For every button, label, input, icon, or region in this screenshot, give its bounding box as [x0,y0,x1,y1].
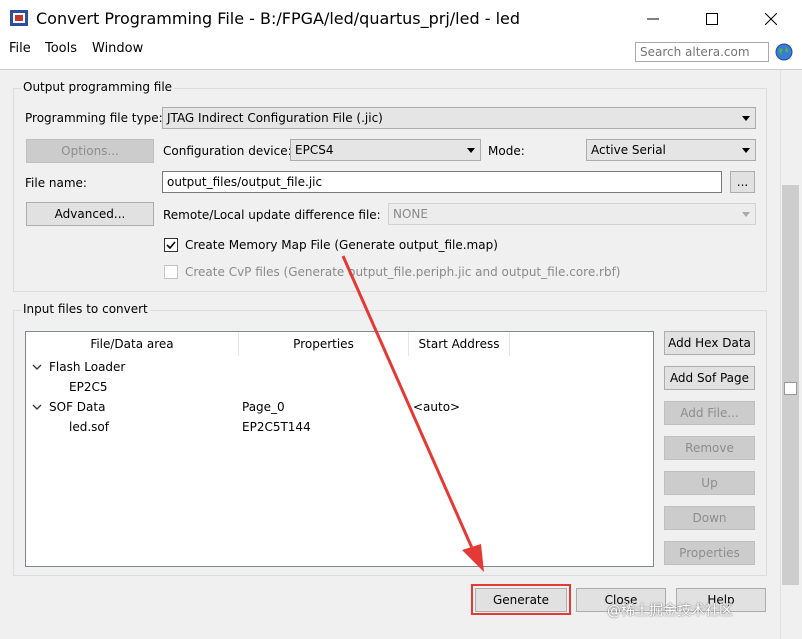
annotation-highlight-box [471,584,571,615]
tree-item-sof-data[interactable]: SOF Data [49,400,105,414]
file-type-value: JTAG Indirect Configuration File (.jic) [167,111,383,125]
menu-window[interactable]: Window [92,41,143,56]
config-device-label: Configuration device: [163,144,292,158]
globe-icon[interactable] [775,43,793,61]
add-file-button[interactable]: Add File... [664,401,755,425]
config-device-value: EPCS4 [295,143,334,157]
menu-file[interactable]: File [9,41,31,56]
tree-item-ep2c5[interactable]: EP2C5 [69,380,107,394]
cvp-checkbox[interactable] [164,265,178,279]
config-device-select[interactable]: EPCS4 [290,139,481,161]
menu-tools[interactable]: Tools [45,41,77,56]
down-button[interactable]: Down [664,506,755,530]
close-window-button[interactable] [748,0,794,38]
tree-item-flash-loader[interactable]: Flash Loader [49,360,125,374]
chevron-down-icon [467,148,475,153]
sof-data-start-address: <auto> [413,400,461,414]
mode-value: Active Serial [591,143,666,157]
remote-file-select[interactable]: NONE [388,203,756,225]
advanced-button[interactable]: Advanced... [26,202,154,226]
cvp-label: Create CvP files (Generate output_file.p… [185,265,621,279]
scrollbar-marker [784,382,797,395]
chevron-down-icon [742,116,750,121]
chevron-down-icon[interactable] [32,362,42,372]
file-type-select[interactable]: JTAG Indirect Configuration File (.jic) [162,107,756,129]
input-files-tree[interactable]: File/Data area Properties Start Address … [25,331,654,567]
column-header-file[interactable]: File/Data area [26,332,239,356]
remote-file-value: NONE [393,207,428,221]
file-name-label: File name: [25,176,87,190]
file-type-label: Programming file type: [25,111,163,125]
chevron-down-icon[interactable] [32,402,42,412]
sof-data-properties: Page_0 [242,400,285,414]
minimize-icon [647,18,659,20]
tree-item-led-sof[interactable]: led.sof [69,420,109,434]
add-sof-page-button[interactable]: Add Sof Page [664,366,755,390]
memory-map-checkbox[interactable] [164,238,178,252]
search-input[interactable] [635,42,769,62]
led-sof-properties: EP2C5T144 [242,420,311,434]
column-header-properties[interactable]: Properties [239,332,409,356]
maximize-icon [706,13,718,25]
maximize-button[interactable] [689,0,735,38]
mode-label: Mode: [488,144,525,158]
remove-button[interactable]: Remove [664,436,755,460]
browse-button[interactable]: ... [730,171,755,193]
close-icon [765,13,777,25]
options-button[interactable]: Options... [26,139,154,163]
properties-button[interactable]: Properties [664,541,755,565]
input-group-label: Input files to convert [21,302,150,316]
window-title: Convert Programming File - B:/FPGA/led/q… [36,9,521,28]
watermark: @稀土掘金技术社区 [607,603,733,619]
memory-map-label: Create Memory Map File (Generate output_… [185,238,498,252]
column-header-start-address[interactable]: Start Address [409,332,510,356]
remote-file-label: Remote/Local update difference file: [163,208,381,222]
add-hex-data-button[interactable]: Add Hex Data [664,331,755,355]
chevron-down-icon [742,212,750,217]
minimize-button[interactable] [630,0,676,38]
output-group-label: Output programming file [21,80,175,94]
file-name-input[interactable] [162,171,722,193]
chevron-down-icon [742,148,750,153]
up-button[interactable]: Up [664,471,755,495]
mode-select[interactable]: Active Serial [586,139,756,161]
app-icon [10,10,28,26]
checkmark-icon [166,241,176,250]
